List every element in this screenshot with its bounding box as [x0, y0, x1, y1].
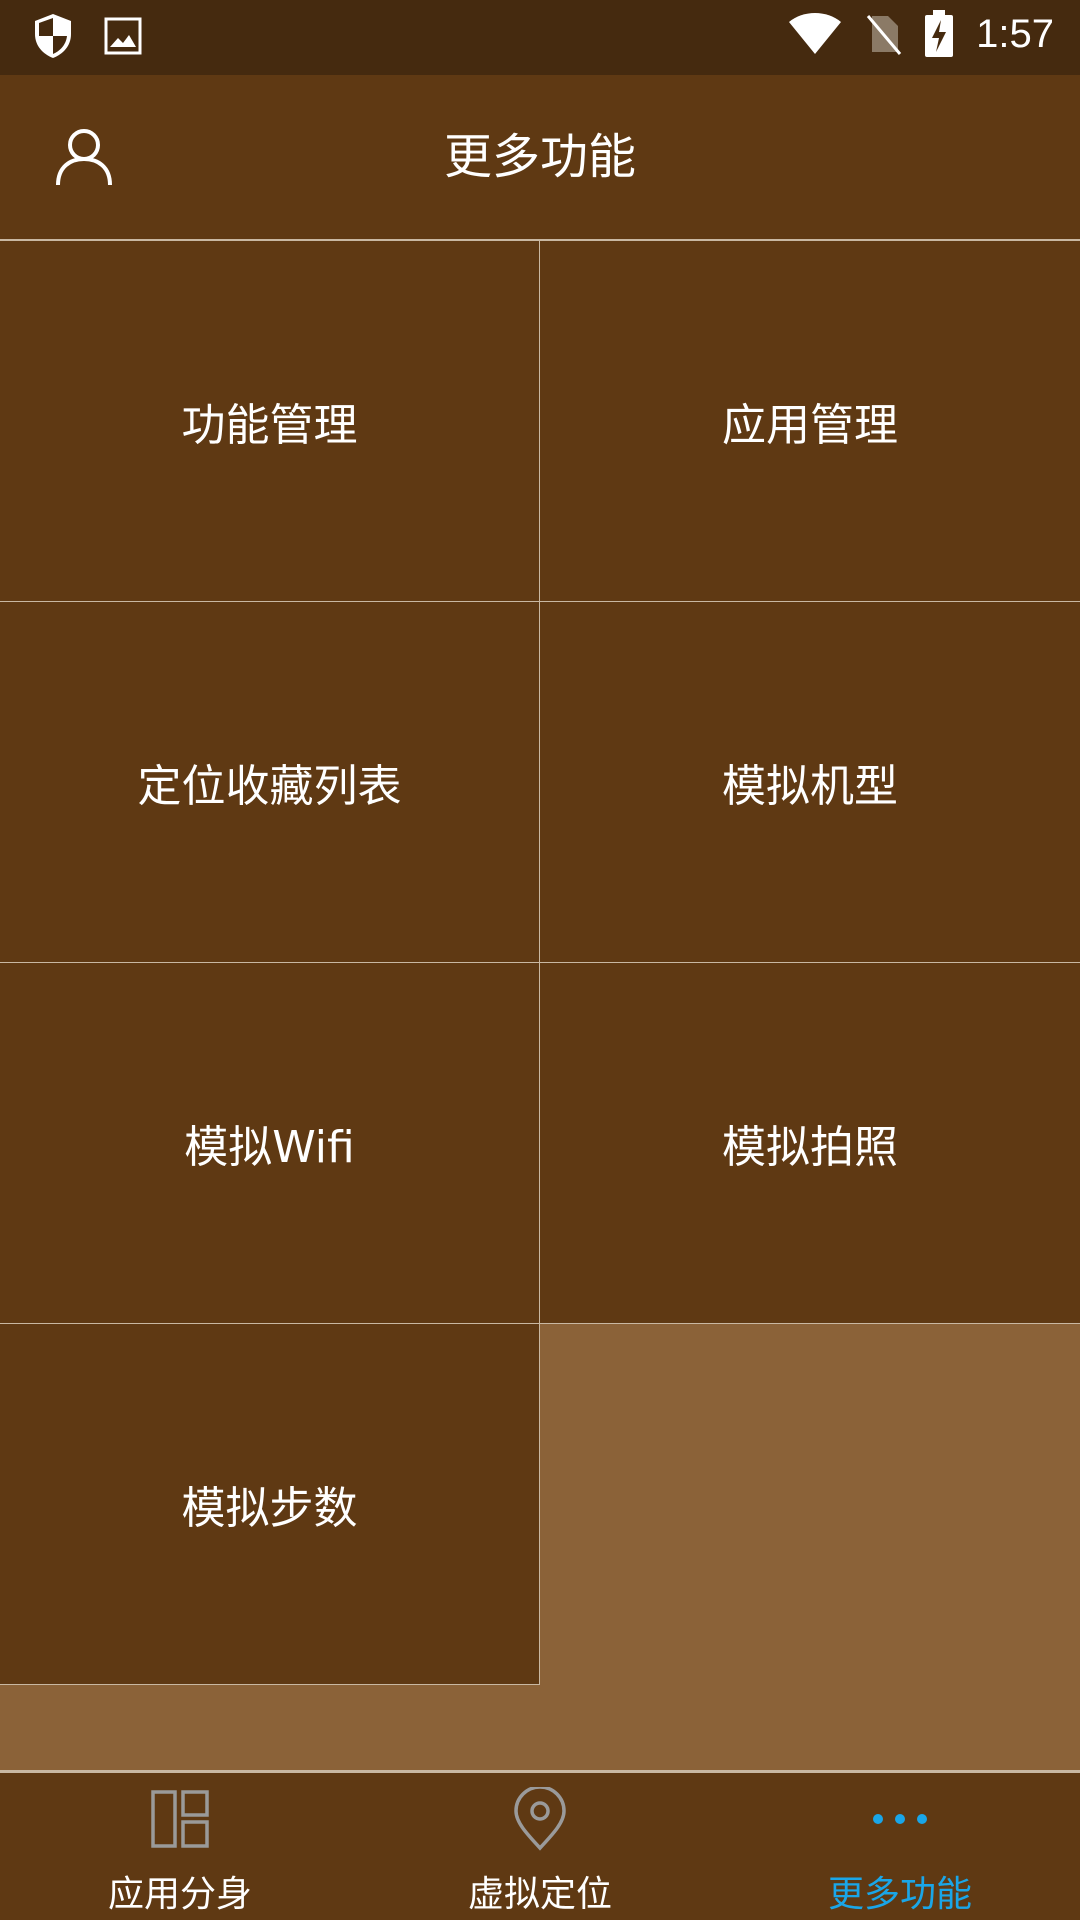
feature-label: 模拟Wifi	[184, 1122, 355, 1173]
status-right-icons: 1:57	[788, 10, 1054, 58]
status-time: 1:57	[976, 11, 1054, 56]
feature-item-function-management[interactable]: 功能管理	[0, 241, 540, 602]
status-left-icons	[32, 12, 142, 60]
shield-icon	[35, 14, 71, 58]
nav-item-app-clone[interactable]: 应用分身	[0, 1773, 360, 1920]
feature-item-simulate-wifi[interactable]: 模拟Wifi	[0, 963, 540, 1324]
nav-label: 虚拟定位	[467, 1874, 612, 1915]
feature-item-app-management[interactable]: 应用管理	[540, 241, 1080, 602]
battery-charging-icon	[925, 10, 954, 57]
more-dots-icon	[868, 1787, 932, 1851]
feature-label: 定位收藏列表	[137, 761, 402, 812]
page-title: 更多功能	[443, 129, 636, 185]
feature-item-simulate-device[interactable]: 模拟机型	[540, 602, 1080, 963]
app-bar: 更多功能	[0, 75, 1080, 241]
wifi-icon	[789, 13, 842, 54]
status-bar: 1:57	[0, 0, 1080, 75]
layout-icon	[148, 1787, 212, 1851]
feature-item-simulate-camera[interactable]: 模拟拍照	[540, 963, 1080, 1324]
nav-item-more-functions[interactable]: 更多功能	[720, 1773, 1080, 1920]
feature-item-simulate-steps[interactable]: 模拟步数	[0, 1324, 540, 1685]
nav-label: 应用分身	[107, 1874, 252, 1915]
location-pin-icon	[508, 1787, 572, 1851]
nav-label-active: 更多功能	[827, 1874, 972, 1915]
feature-label: 模拟拍照	[722, 1122, 898, 1173]
image-icon	[104, 17, 142, 55]
feature-label: 应用管理	[722, 400, 898, 451]
no-sim-icon	[866, 15, 902, 55]
feature-label: 功能管理	[181, 400, 358, 451]
nav-item-virtual-location[interactable]: 虚拟定位	[360, 1773, 720, 1920]
feature-item-location-favorites[interactable]: 定位收藏列表	[0, 602, 540, 963]
feature-label: 模拟步数	[181, 1483, 358, 1534]
bottom-nav: 应用分身 虚拟定位 更多功能	[0, 1770, 1080, 1920]
feature-label: 模拟机型	[722, 761, 898, 812]
